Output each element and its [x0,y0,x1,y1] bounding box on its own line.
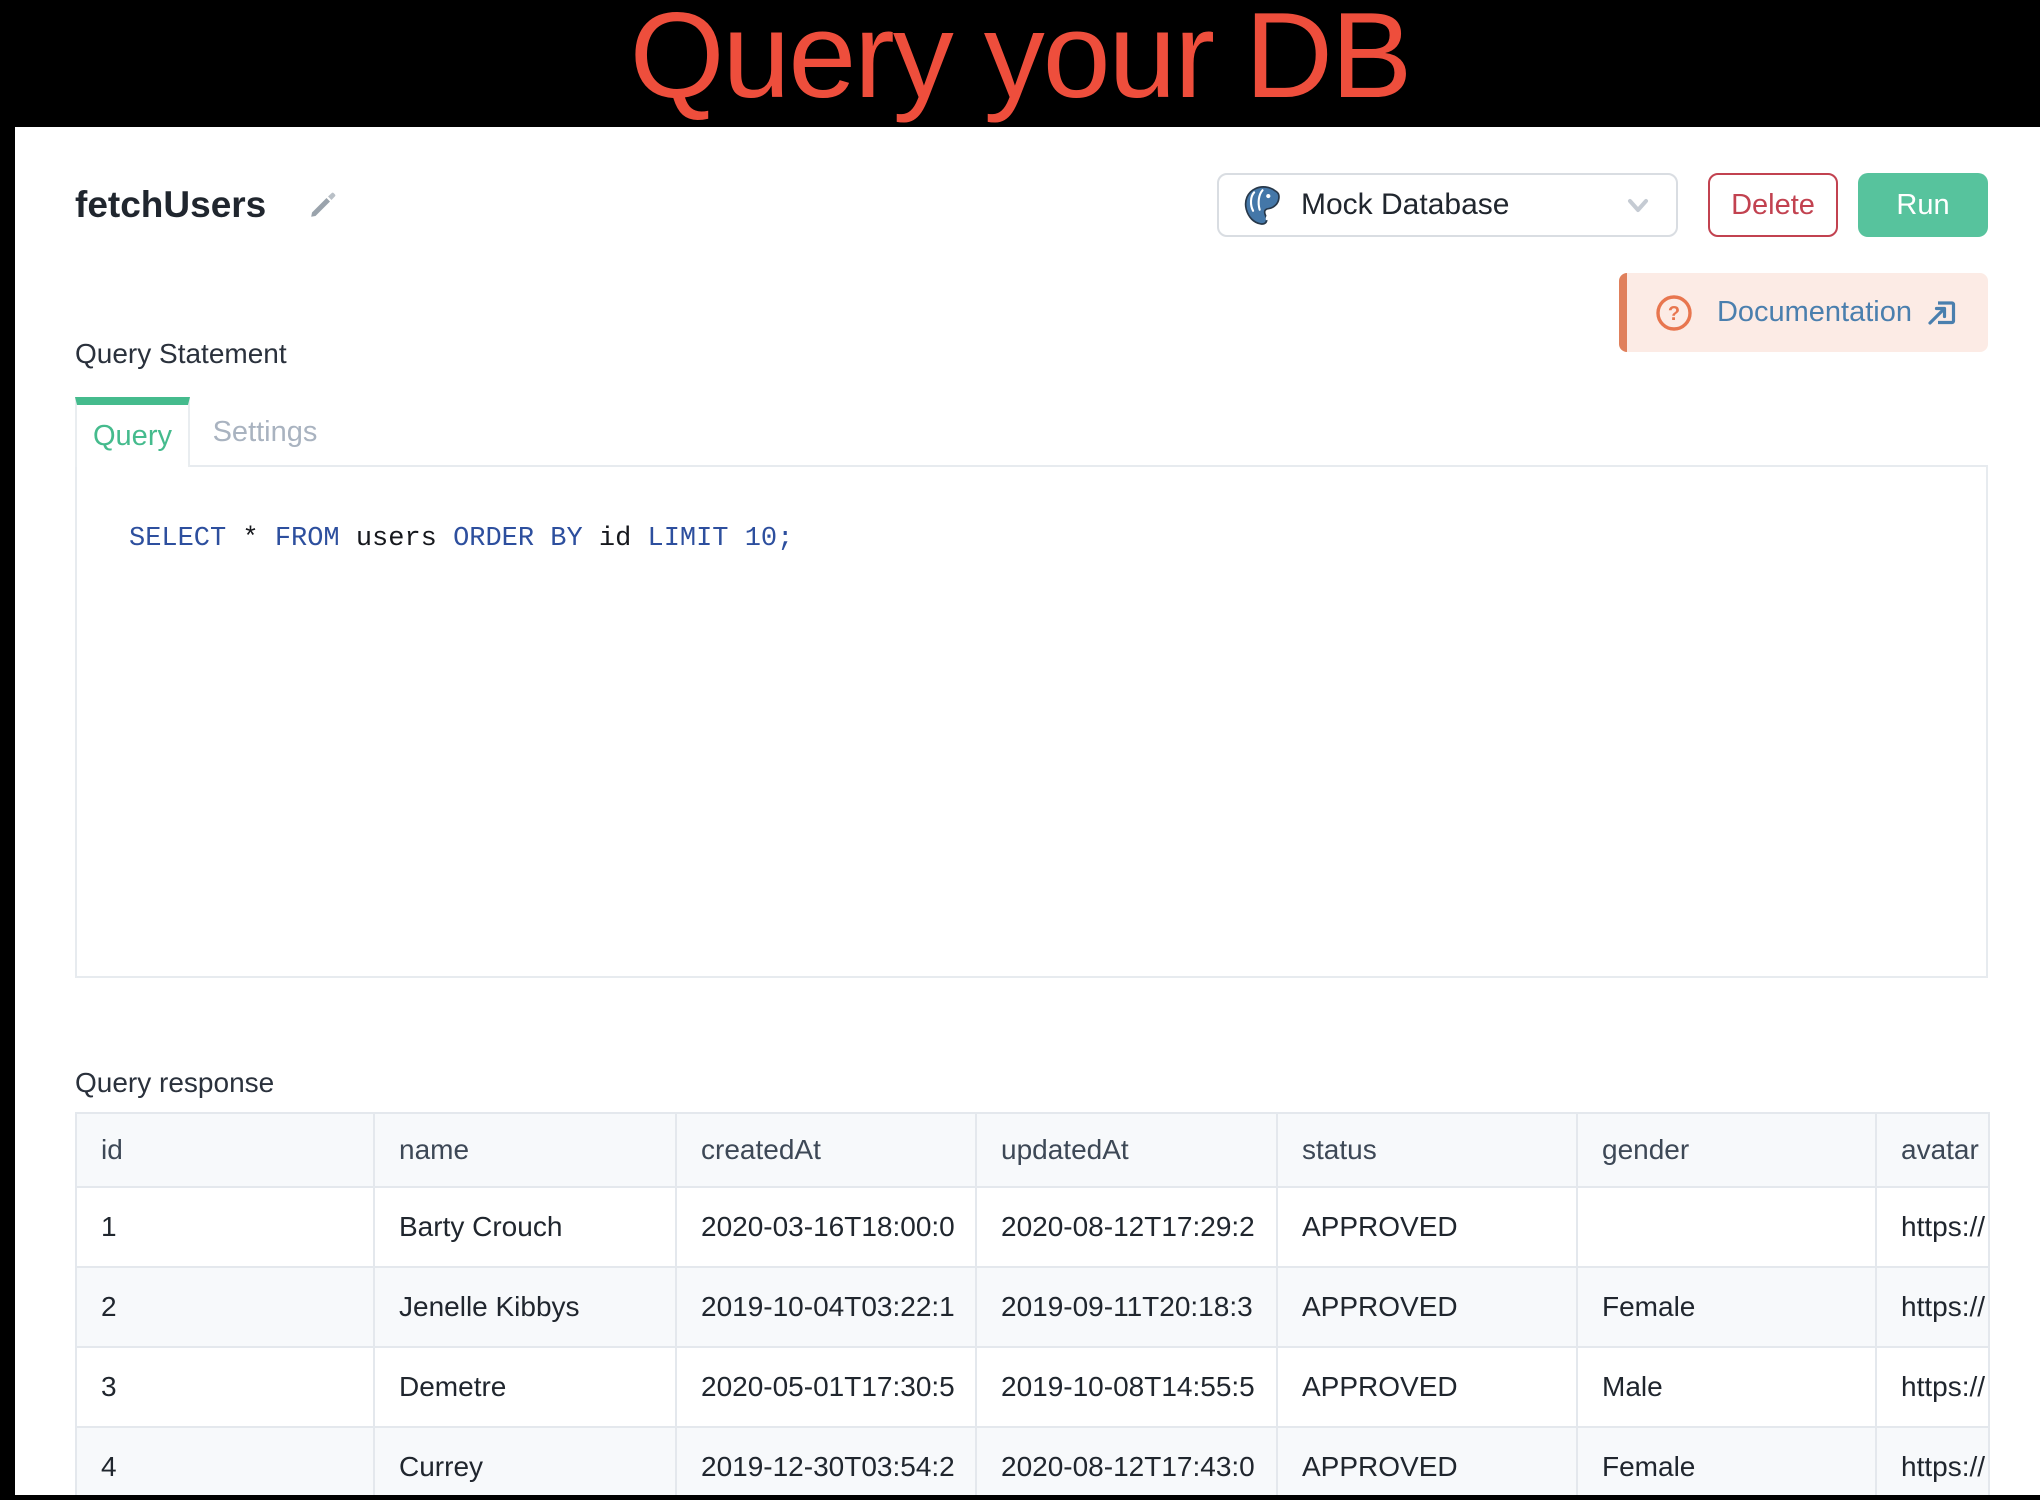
chevron-down-icon [1622,189,1654,221]
table-cell: Female [1577,1427,1876,1495]
column-header-updatedAt: updatedAt [976,1113,1277,1187]
query-response-table: idnamecreatedAtupdatedAtstatusgenderavat… [75,1112,1990,1495]
table-header-row: idnamecreatedAtupdatedAtstatusgenderavat… [76,1113,1989,1187]
app-header: fetchUsers Mock Database Delete Run [75,173,1988,237]
table-cell: 2020-03-16T18:00:0 [676,1187,976,1267]
sql-token: ORDER BY [453,524,583,554]
table-row: 1Barty Crouch2020-03-16T18:00:02020-08-1… [76,1187,1989,1267]
table-cell: Demetre [374,1347,676,1427]
svg-text:?: ? [1668,303,1680,325]
banner-title: Query your DB [630,0,1411,127]
app-panel: fetchUsers Mock Database Delete Run [15,127,2040,1495]
column-header-status: status [1277,1113,1577,1187]
table-cell: 1 [76,1187,374,1267]
table-cell: APPROVED [1277,1347,1577,1427]
tab-query[interactable]: Query [75,397,190,467]
table-cell: 2019-10-08T14:55:5 [976,1347,1277,1427]
table-cell: 4 [76,1427,374,1495]
table-cell: 2 [76,1267,374,1347]
table-cell: Female [1577,1267,1876,1347]
table-cell: 2020-08-12T17:43:0 [976,1427,1277,1495]
table-cell: APPROVED [1277,1187,1577,1267]
table-row: 4Currey2019-12-30T03:54:22020-08-12T17:4… [76,1427,1989,1495]
table-cell: Male [1577,1347,1876,1427]
table-row: 3Demetre2020-05-01T17:30:52019-10-08T14:… [76,1347,1989,1427]
table-cell: 3 [76,1347,374,1427]
sql-code-line: SELECT * FROM users ORDER BY id LIMIT 10… [129,524,1986,554]
table-cell: https:// [1876,1347,1989,1427]
query-name-title: fetchUsers [75,184,266,226]
header-controls: Mock Database Delete Run [1217,173,1988,237]
sql-token: FROM [275,524,340,554]
sql-token: LIMIT [648,524,729,554]
top-banner: Query your DB [0,0,2040,127]
sql-token: * [226,524,275,554]
sql-editor[interactable]: SELECT * FROM users ORDER BY id LIMIT 10… [75,465,1988,978]
sql-token: users [340,524,453,554]
help-circle-icon: ? [1655,294,1693,332]
database-select-value: Mock Database [1301,188,1509,222]
table-cell: Jenelle Kibbys [374,1267,676,1347]
postgresql-icon [1241,184,1283,226]
table-cell: 2019-09-11T20:18:3 [976,1267,1277,1347]
table-cell: https:// [1876,1427,1989,1495]
table-cell: https:// [1876,1187,1989,1267]
table-cell: 2020-05-01T17:30:5 [676,1347,976,1427]
table-cell: Barty Crouch [374,1187,676,1267]
column-header-gender: gender [1577,1113,1876,1187]
documentation-label: Documentation [1717,296,1912,329]
table-cell: 2020-08-12T17:29:2 [976,1187,1277,1267]
column-header-name: name [374,1113,676,1187]
sql-token [729,524,745,554]
tab-settings[interactable]: Settings [190,397,340,467]
column-header-id: id [76,1113,374,1187]
column-header-createdAt: createdAt [676,1113,976,1187]
sql-token: id [583,524,648,554]
edit-pencil-icon[interactable] [308,190,338,220]
sql-token: SELECT [129,524,226,554]
table-cell: APPROVED [1277,1267,1577,1347]
table-cell [1577,1187,1876,1267]
table-row: 2Jenelle Kibbys2019-10-04T03:22:12019-09… [76,1267,1989,1347]
table-cell: https:// [1876,1267,1989,1347]
table-cell: APPROVED [1277,1427,1577,1495]
run-button[interactable]: Run [1858,173,1988,237]
external-link-icon [1926,297,1958,329]
query-response-label: Query response [75,1068,1988,1098]
table-cell: Currey [374,1427,676,1495]
delete-button[interactable]: Delete [1708,173,1838,237]
column-header-avatar: avatar [1876,1113,1989,1187]
table-cell: 2019-12-30T03:54:2 [676,1427,976,1495]
documentation-link[interactable]: ? Documentation [1619,273,1988,352]
database-select[interactable]: Mock Database [1217,173,1678,237]
table-cell: 2019-10-04T03:22:1 [676,1267,976,1347]
tab-bar: QuerySettings [75,397,1988,467]
sql-token: 10; [745,524,794,554]
